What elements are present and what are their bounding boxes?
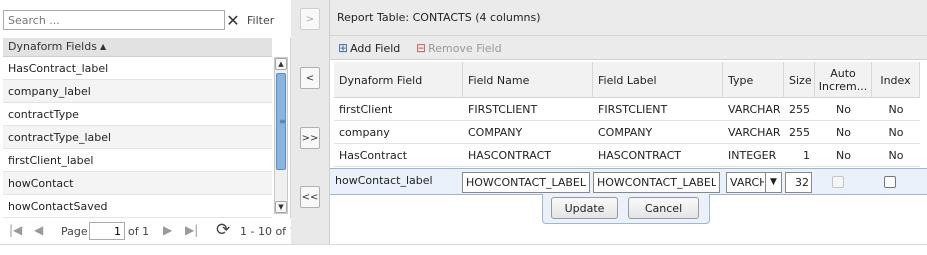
dynaform-fields-header[interactable]: Dynaform Fields ▲ [3, 38, 272, 57]
bottom-border [0, 244, 927, 255]
cell-field-label: FIRSTCLIENT [598, 103, 668, 116]
list-item[interactable]: contractType [3, 103, 272, 126]
column-header-dynaform-field[interactable]: Dynaform Field [334, 62, 463, 98]
scrollbar-thumb[interactable]: ≡ [276, 73, 286, 170]
transfer-buttons-column: > < >> << [291, 0, 329, 244]
previous-page-icon[interactable]: ◀ [34, 223, 43, 237]
remove-field-icon: ⊟ [416, 41, 427, 55]
cell-field-name: FIRSTCLIENT [468, 103, 538, 116]
cell-index: No [888, 126, 904, 139]
field-label-input[interactable] [593, 172, 720, 193]
cell-auto-increment: No [836, 103, 851, 116]
row-editor: howContact_label VARCH ▼ [330, 168, 927, 195]
sort-ascending-icon: ▲ [99, 42, 107, 51]
available-fields-panel: ✕ Filter Dynaform Fields▲ HasContract_la… [0, 0, 297, 244]
cell-size: 255 [789, 103, 810, 116]
assign-all-button[interactable]: >> [300, 127, 320, 149]
refresh-icon[interactable]: ⟳ [216, 220, 230, 240]
page-number-input[interactable] [89, 222, 125, 240]
cancel-button[interactable]: Cancel [628, 197, 699, 219]
column-header-field-name[interactable]: Field Name [463, 62, 593, 98]
cell-field-name: COMPANY [468, 126, 523, 139]
cell-field-name: HASCONTRACT [468, 149, 551, 162]
next-page-icon[interactable]: ▶ [163, 223, 172, 237]
cell-field-label: HASCONTRACT [598, 149, 681, 162]
first-page-icon[interactable]: |◀ [9, 223, 22, 237]
last-page-icon[interactable]: ▶| [185, 223, 198, 237]
remove-field-label: Remove Field [428, 41, 502, 55]
column-header-field-label[interactable]: Field Label [593, 62, 723, 98]
table-row[interactable]: firstClient FIRSTCLIENT FIRSTCLIENT VARC… [334, 98, 920, 121]
unassign-all-button[interactable]: << [300, 186, 320, 208]
list-item[interactable]: company_label [3, 80, 272, 103]
list-item[interactable]: contractType_label [3, 126, 272, 149]
search-input[interactable] [3, 10, 225, 30]
editor-dynaform-field: howContact_label [335, 174, 433, 187]
list-item[interactable]: howContactSaved [3, 195, 272, 218]
field-name-input[interactable] [462, 172, 590, 193]
grip-icon: ≡ [279, 117, 286, 126]
cell-type: INTEGER [728, 149, 777, 162]
paging-toolbar: |◀ ◀ Page of 1 ▶ ▶| ⟳ 1 - 10 of 1 [0, 218, 297, 244]
page-count-label: of 1 [128, 225, 150, 238]
cell-field-label: COMPANY [598, 126, 653, 139]
scroll-down-icon[interactable]: ▼ [275, 201, 287, 213]
cell-size: 255 [789, 126, 810, 139]
paging-status: 1 - 10 of 1 [240, 225, 297, 238]
column-header-index[interactable]: Index [872, 62, 920, 98]
filter-label: Filter [247, 14, 275, 27]
update-button[interactable]: Update [551, 197, 618, 219]
add-field-label: Add Field [350, 41, 401, 55]
cell-dynaform-field: company [339, 126, 390, 139]
row-editor-buttons: Update Cancel [542, 194, 710, 224]
cell-index: No [888, 103, 904, 116]
list-item[interactable]: howContact [3, 172, 272, 195]
cell-type: VARCHAR [728, 126, 781, 139]
column-header-auto-increment[interactable]: Auto Increm... [815, 62, 872, 98]
column-header-type[interactable]: Type [723, 62, 784, 98]
remove-field-button[interactable]: ⊟ Remove Field [416, 39, 502, 57]
report-table-panel: Report Table: CONTACTS (4 columns) ⊞ Add… [329, 0, 927, 244]
cell-dynaform-field: HasContract [339, 149, 408, 162]
chevron-down-icon[interactable]: ▼ [765, 173, 781, 192]
scroll-up-icon[interactable]: ▲ [275, 58, 287, 70]
assign-field-button[interactable]: > [300, 8, 320, 30]
cell-type: VARCHAR [728, 103, 781, 116]
type-select[interactable]: VARCH ▼ [726, 172, 782, 193]
add-field-icon: ⊞ [338, 41, 349, 55]
index-checkbox[interactable] [884, 176, 896, 188]
report-toolbar: ⊞ Add Field ⊟ Remove Field [330, 36, 927, 60]
table-header: Dynaform Field Field Name Field Label Ty… [334, 62, 920, 98]
dynaform-fields-list: HasContract_label company_label contract… [3, 57, 272, 218]
vertical-scrollbar[interactable]: ▲ ≡ ▼ [274, 57, 288, 214]
unassign-field-button[interactable]: < [300, 67, 320, 89]
list-item[interactable]: HasContract_label [3, 57, 272, 80]
auto-increment-checkbox[interactable] [832, 176, 844, 188]
list-item[interactable]: firstClient_label [3, 149, 272, 172]
column-header-label: Dynaform Fields [8, 40, 97, 53]
table-row[interactable]: company COMPANY COMPANY VARCHAR 255 No N… [334, 121, 920, 144]
cell-dynaform-field: firstClient [339, 103, 393, 116]
type-select-value: VARCH [730, 176, 764, 189]
cell-size: 1 [803, 149, 810, 162]
add-field-button[interactable]: ⊞ Add Field [338, 39, 400, 57]
size-input[interactable] [785, 172, 812, 193]
search-toolbar: ✕ Filter [0, 0, 291, 38]
cell-auto-increment: No [836, 149, 851, 162]
clear-search-icon[interactable]: ✕ [225, 10, 241, 30]
table-row[interactable]: HasContract HASCONTRACT HASCONTRACT INTE… [334, 144, 920, 167]
cell-index: No [888, 149, 904, 162]
cell-auto-increment: No [836, 126, 851, 139]
column-header-size[interactable]: Size [784, 62, 815, 98]
page-label: Page [61, 225, 88, 238]
panel-title: Report Table: CONTACTS (4 columns) [330, 0, 927, 36]
